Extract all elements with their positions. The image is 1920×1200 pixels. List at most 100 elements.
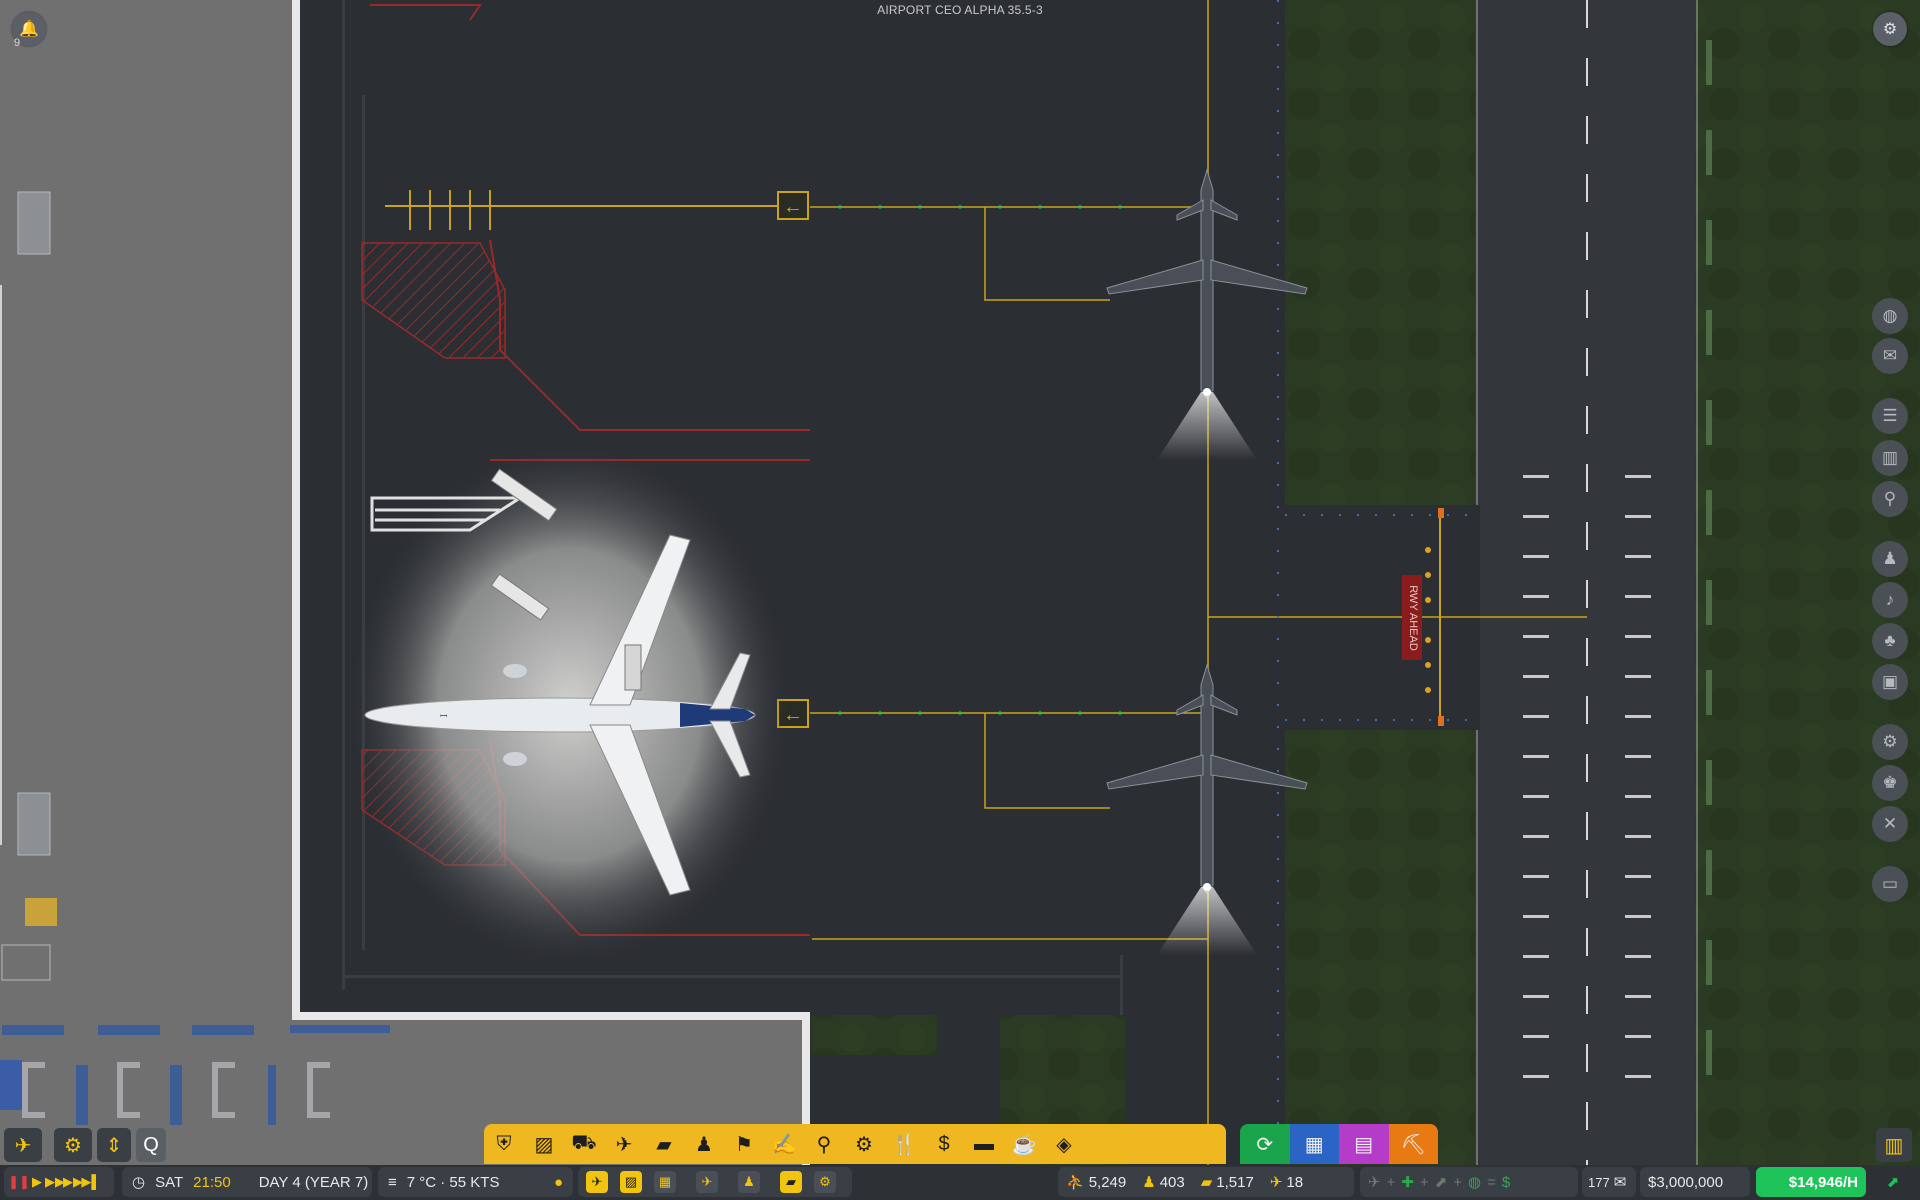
refresh-overlay-icon: ⟳ — [1256, 1133, 1274, 1156]
chart-icon: ▥ — [1884, 1134, 1904, 1157]
staff-button[interactable]: ♚ — [1872, 765, 1908, 801]
fast-button[interactable]: ▶▶ — [45, 1169, 65, 1195]
computer-icon: ▭ — [1881, 874, 1899, 893]
mail-count-display[interactable]: 177 ✉ — [1582, 1167, 1636, 1197]
game-viewport[interactable]: RWY AHEAD ← ← ꟷ AIRPORT CEO ALPHA 35.5-3… — [0, 0, 1920, 1200]
conveyor-small-icon: ⚙ — [819, 1174, 831, 1189]
grid-overlay-button[interactable]: ▦ — [1289, 1124, 1339, 1164]
aircraft-tool-button[interactable]: ✈ — [604, 1124, 644, 1164]
time-display: ◷ SAT 21:50 DAY 4 (YEAR 7) — [122, 1167, 372, 1197]
grass-area — [1285, 0, 1475, 505]
mail-button[interactable]: ✉ — [1872, 338, 1908, 374]
clock-icon: ◷ — [132, 1174, 146, 1191]
runway-plane-icon: ✈ — [701, 1174, 713, 1189]
runway — [1475, 0, 1695, 1165]
car-icon: ▣ — [1881, 672, 1899, 691]
security-tool-button[interactable]: ⚑ — [724, 1124, 764, 1164]
conveyor-quick-button[interactable]: ⚙ — [814, 1171, 836, 1193]
gear-left-button[interactable]: ⚙ — [54, 1128, 92, 1162]
faster-button[interactable]: ▶▶ — [63, 1169, 83, 1195]
flight-planner-button[interactable]: ✈ — [4, 1128, 42, 1162]
bags-count: 1,517 — [1216, 1173, 1254, 1191]
search-chart-icon: ⚲ — [1883, 489, 1897, 508]
bag-tool-icon: ▰ — [786, 1174, 796, 1189]
plane-quick-button[interactable]: ✈ — [586, 1171, 608, 1193]
bus-tool-button[interactable]: ⛟ — [564, 1124, 604, 1164]
income-display[interactable]: $14,946/H — [1756, 1167, 1866, 1197]
baggage-tool-icon: ▰ — [656, 1133, 672, 1156]
runway-quick-button[interactable]: ✈ — [696, 1171, 718, 1193]
persons-button[interactable]: ♟ — [1872, 541, 1908, 577]
game-speed-controls: ❚❚ ▶ ▶▶ ▶▶ ▶▌ — [4, 1167, 114, 1197]
flight-flow: ✈ + ✚ + ⬈ + ◍ = $ — [1360, 1167, 1578, 1197]
person-quick-button[interactable]: ♟ — [738, 1171, 760, 1193]
layers-tool-button[interactable]: ◈ — [1044, 1124, 1084, 1164]
zones-overlay-icon: ▤ — [1354, 1133, 1374, 1156]
floor-toggle-button[interactable]: ⇕ — [97, 1128, 131, 1162]
flights-icon: ✈ — [1269, 1174, 1283, 1191]
zone-quick-button[interactable]: ▨ — [620, 1171, 642, 1193]
grid-tool-icon: ▦ — [658, 1174, 672, 1189]
plane-flow-icon: ✈ — [1368, 1174, 1381, 1191]
staff-tool-button[interactable]: ♟ — [684, 1124, 724, 1164]
notification-count: 9 — [14, 37, 21, 49]
statistics-button[interactable]: ▥ — [1872, 440, 1908, 476]
flights-count: 18 — [1286, 1173, 1304, 1191]
airport-stats: ⛹ 5,249 ♟ 403 ▰ 1,517 ✈ 18 — [1058, 1167, 1354, 1197]
inspect-button[interactable]: ⚲ — [1872, 481, 1908, 517]
staff-count: 403 — [1159, 1173, 1185, 1191]
refresh-overlay-button[interactable]: ⟳ — [1240, 1124, 1290, 1164]
bell-icon: 🔔 — [19, 21, 39, 38]
maintenance-button[interactable]: ✕ — [1872, 806, 1908, 842]
play-icon: ▶ — [32, 1174, 42, 1189]
globe-icon: ◍ — [1882, 306, 1898, 325]
gate-tool-button[interactable]: ⛨ — [484, 1124, 524, 1164]
money-tool-button[interactable]: $ — [924, 1124, 964, 1164]
search-left-button[interactable]: Q — [136, 1128, 166, 1162]
finance-chart-button[interactable]: ▥ — [1876, 1128, 1912, 1162]
alerts-button[interactable]: ♪ — [1872, 582, 1908, 618]
mail-icon: ✉ — [1613, 1174, 1627, 1191]
trend-icon: ⬈ — [1886, 1174, 1900, 1191]
seating-tool-button[interactable]: ▬ — [964, 1124, 1004, 1164]
bulldoze-overlay-icon: ⛏ — [1400, 1133, 1426, 1156]
runway-tool-button[interactable]: ▨ — [524, 1124, 564, 1164]
green-plus-icon: ✚ — [1401, 1174, 1414, 1191]
globe-flow-icon: ◍ — [1468, 1174, 1482, 1191]
staff-icon: ♚ — [1882, 773, 1898, 792]
staff-tool-icon: ♟ — [695, 1133, 713, 1156]
operations-button[interactable]: ⚙ — [1872, 724, 1908, 760]
bus-tool-icon: ⛟ — [571, 1131, 597, 1154]
gear-icon: ⚙ — [64, 1134, 82, 1157]
crowd-button[interactable]: ♣ — [1872, 623, 1908, 659]
reports-button[interactable]: ☰ — [1872, 398, 1908, 434]
grid-quick-button[interactable]: ▦ — [654, 1171, 676, 1193]
gate-tool-icon: ⛨ — [496, 1132, 512, 1155]
zones-overlay-button[interactable]: ▤ — [1339, 1124, 1389, 1164]
pause-button[interactable]: ❚❚ — [8, 1169, 30, 1195]
settings-button[interactable]: ⚙ — [1873, 12, 1907, 46]
computer-button[interactable]: ▭ — [1872, 866, 1908, 902]
toilet-tool-button[interactable]: ⚲ — [804, 1124, 844, 1164]
play-button[interactable]: ▶ — [28, 1169, 46, 1195]
fastest-button[interactable]: ▶▌ — [81, 1169, 100, 1195]
income-value: $14,946/H — [1788, 1173, 1858, 1191]
baggage-tool-button[interactable]: ▰ — [644, 1124, 684, 1164]
retail-tool-button[interactable]: ☕ — [1004, 1124, 1044, 1164]
conveyor-tool-button[interactable]: ⚙ — [844, 1124, 884, 1164]
bags-icon: ▰ — [1200, 1174, 1213, 1191]
airport-map[interactable]: RWY AHEAD ← ← ꟷ — [0, 0, 1920, 1200]
gear-icon: ⚙ — [1882, 21, 1898, 38]
runway-ahead-sign-text: RWY AHEAD — [1407, 585, 1419, 651]
checkin-tool-button[interactable]: ✍ — [764, 1124, 804, 1164]
weather-text: 7 °C · 55 KTS — [406, 1173, 500, 1191]
world-map-button[interactable]: ◍ — [1872, 298, 1908, 334]
food-tool-button[interactable]: 🍴 — [884, 1124, 924, 1164]
income-chart-button[interactable]: ⬈ — [1872, 1167, 1914, 1197]
bag-quick-button[interactable]: ▰ — [780, 1171, 802, 1193]
vehicles-button[interactable]: ▣ — [1872, 664, 1908, 700]
report-icon: ☰ — [1882, 406, 1898, 425]
fast-icon: ▶▶ — [45, 1174, 65, 1189]
bulldoze-overlay-button[interactable]: ⛏ — [1388, 1124, 1438, 1164]
up-plane-icon: ⬈ — [1434, 1174, 1448, 1191]
